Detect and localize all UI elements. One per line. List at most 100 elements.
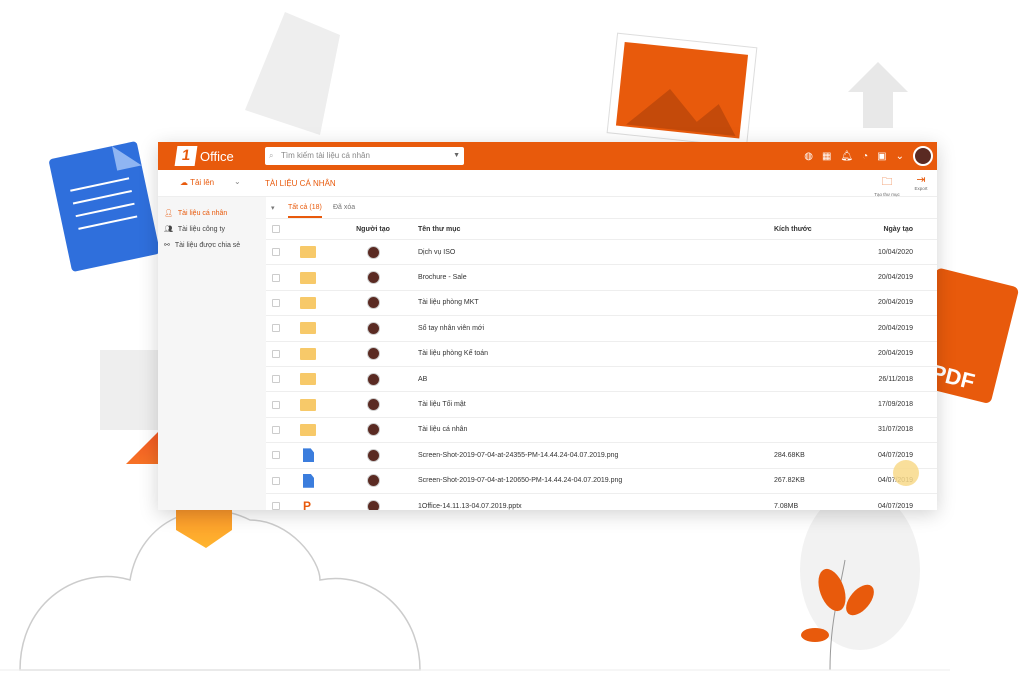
help-icon[interactable]: ▣ xyxy=(877,151,886,162)
tabs: ▾ Tất cả (18) Đã xóa xyxy=(266,197,937,219)
created-date: 26/11/2018 xyxy=(878,375,913,383)
table-row[interactable]: Tài liệu cá nhân 31/07/2018 xyxy=(266,418,937,444)
folder-icon xyxy=(300,246,316,259)
row-checkbox[interactable] xyxy=(272,451,280,460)
new-folder-button[interactable]: 🗀︎ Tạo thư mục xyxy=(874,173,900,197)
created-date: 04/07/2019 xyxy=(877,451,913,459)
col-creator[interactable]: Người tạo xyxy=(328,226,418,233)
created-date: 20/04/2019 xyxy=(877,299,913,307)
creator-avatar xyxy=(366,499,380,510)
tab-deleted[interactable]: Đã xóa xyxy=(333,204,355,211)
top-bar: 1 Office ⌕ Tìm kiếm tài liệu cá nhân ▼ ◍ ▦ … xyxy=(158,142,937,170)
sidebar-item-shared[interactable]: ⚯ Tài liệu được chia sẻ xyxy=(158,237,266,253)
search-icon: ⌕ xyxy=(269,151,274,160)
row-checkbox[interactable] xyxy=(272,298,280,307)
table-row[interactable]: Tài liệu Tối mật 17/09/2018 xyxy=(266,392,937,418)
creator-avatar xyxy=(366,474,380,488)
grey-document-icon xyxy=(245,12,340,135)
table-row[interactable]: AB 26/11/2018 xyxy=(266,367,937,393)
avatar[interactable] xyxy=(913,146,933,166)
created-date: 20/04/2019 xyxy=(877,350,913,358)
col-date[interactable]: Ngày tạo xyxy=(868,226,937,233)
chevron-down-icon[interactable]: ⌄ xyxy=(896,151,904,162)
logo[interactable]: 1 Office xyxy=(174,146,234,166)
table-header: Người tạo Tên thư mục Kích thước Ngày tạ… xyxy=(266,219,937,240)
users-icon: 👥︎ xyxy=(164,226,173,233)
toolbar: ☁ Tải lên ⌄ TÀI LIỆU CÁ NHÂN 🗀︎ Tạo thư m… xyxy=(158,170,937,197)
collapse-caret-icon[interactable]: ▾ xyxy=(271,204,275,212)
file-name[interactable]: Dịch vụ ISO xyxy=(418,249,774,256)
blue-document-icon xyxy=(49,141,160,272)
sidebar-item-personal[interactable]: 👤︎ Tài liệu cá nhân xyxy=(158,205,266,221)
row-checkbox[interactable] xyxy=(272,425,280,434)
table-row[interactable]: Dịch vụ ISO 10/04/2020 xyxy=(266,240,937,266)
caret-down-icon: ▼ xyxy=(453,152,460,159)
folder-icon xyxy=(300,347,316,360)
table-row[interactable]: P 1Office-14.11.13-04.07.2019.pptx 7.08MB 0… xyxy=(266,494,937,510)
row-checkbox[interactable] xyxy=(272,324,280,333)
row-checkbox[interactable] xyxy=(272,273,280,282)
upload-options-chevron-icon[interactable]: ⌄ xyxy=(234,177,241,186)
creator-avatar xyxy=(366,347,380,361)
creator-avatar xyxy=(366,423,380,437)
folder-icon xyxy=(300,271,316,284)
row-checkbox[interactable] xyxy=(272,248,280,257)
creator-avatar xyxy=(366,372,380,386)
created-date: 31/07/2018 xyxy=(877,426,913,434)
select-all-checkbox[interactable] xyxy=(272,225,280,233)
creator-avatar xyxy=(366,271,380,285)
bell-icon[interactable]: 🔔︎ xyxy=(840,151,853,162)
created-date: 20/04/2019 xyxy=(877,274,913,282)
created-date: 17/09/2018 xyxy=(877,401,913,409)
creator-avatar xyxy=(366,398,380,412)
table-row[interactable]: Screen-Shot-2019-07-04-at-120650-PM-14.4… xyxy=(266,469,937,494)
export-icon: ⇥ xyxy=(916,174,926,186)
file-list: ▾ Tất cả (18) Đã xóa Người tạo Tên thư m… xyxy=(266,197,937,510)
upload-arrow-grey-icon xyxy=(848,62,908,128)
file-name[interactable]: AB xyxy=(418,376,774,383)
breadcrumb: TÀI LIỆU CÁ NHÂN xyxy=(265,179,336,188)
file-name[interactable]: 1Office-14.11.13-04.07.2019.pptx xyxy=(418,503,774,510)
created-date: 10/04/2020 xyxy=(877,248,913,256)
table-row[interactable]: Tài liệu phòng MKT 20/04/2019 xyxy=(266,291,937,317)
col-name[interactable]: Tên thư mục xyxy=(418,226,774,233)
file-name[interactable]: Screen-Shot-2019-07-04-at-24355-PM-14.44… xyxy=(418,452,774,459)
search-input[interactable]: ⌕ Tìm kiếm tài liệu cá nhân ▼ xyxy=(265,147,464,165)
floating-action-button[interactable] xyxy=(893,460,919,486)
file-name[interactable]: Screen-Shot-2019-07-04-at-120650-PM-14.4… xyxy=(418,477,774,484)
creator-avatar xyxy=(366,321,380,335)
tab-all[interactable]: Tất cả (18) xyxy=(288,204,322,218)
creator-avatar xyxy=(366,245,380,259)
table-row[interactable]: Sổ tay nhân viên mới 20/04/2019 xyxy=(266,316,937,342)
col-size[interactable]: Kích thước xyxy=(774,226,868,233)
upload-button[interactable]: ☁ Tải lên xyxy=(180,178,214,187)
folder-icon xyxy=(300,373,316,386)
folder-icon xyxy=(300,398,316,411)
file-name[interactable]: Tài liệu cá nhân xyxy=(418,426,774,433)
row-checkbox[interactable] xyxy=(272,400,280,409)
row-checkbox[interactable] xyxy=(272,476,280,485)
file-name[interactable]: Tài liệu Tối mật xyxy=(418,401,774,408)
file-size: 284.68KB xyxy=(774,451,805,459)
dashboard-icon[interactable]: ◔ xyxy=(862,151,868,162)
table-row[interactable]: Tài liệu phòng Kế toán 20/04/2019 xyxy=(266,342,937,367)
plant-decoration xyxy=(800,490,920,671)
creator-avatar xyxy=(366,448,380,462)
table-row[interactable]: Screen-Shot-2019-07-04-at-24355-PM-14.44… xyxy=(266,443,937,469)
sidebar: 👤︎ Tài liệu cá nhân 👥︎ Tài liệu công ty ⚯ T… xyxy=(158,197,266,510)
cloud-upload-icon: ☁ xyxy=(180,178,191,187)
row-checkbox[interactable] xyxy=(272,349,280,358)
table-row[interactable]: Brochure - Sale 20/04/2019 xyxy=(266,265,937,291)
share-icon: ⚯ xyxy=(164,242,170,249)
file-name[interactable]: Brochure - Sale xyxy=(418,274,774,281)
apps-icon[interactable]: ▦ xyxy=(822,151,831,162)
file-name[interactable]: Sổ tay nhân viên mới xyxy=(418,325,774,332)
file-name[interactable]: Tài liệu phòng Kế toán xyxy=(418,350,774,357)
globe-icon[interactable]: ◍ xyxy=(804,151,813,162)
row-checkbox[interactable] xyxy=(272,502,280,510)
file-size: 7.08MB xyxy=(774,502,799,510)
row-checkbox[interactable] xyxy=(272,375,280,384)
sidebar-item-company[interactable]: 👥︎ Tài liệu công ty xyxy=(158,221,266,237)
export-button[interactable]: ⇥ Export xyxy=(908,173,934,191)
file-name[interactable]: Tài liệu phòng MKT xyxy=(418,299,774,306)
